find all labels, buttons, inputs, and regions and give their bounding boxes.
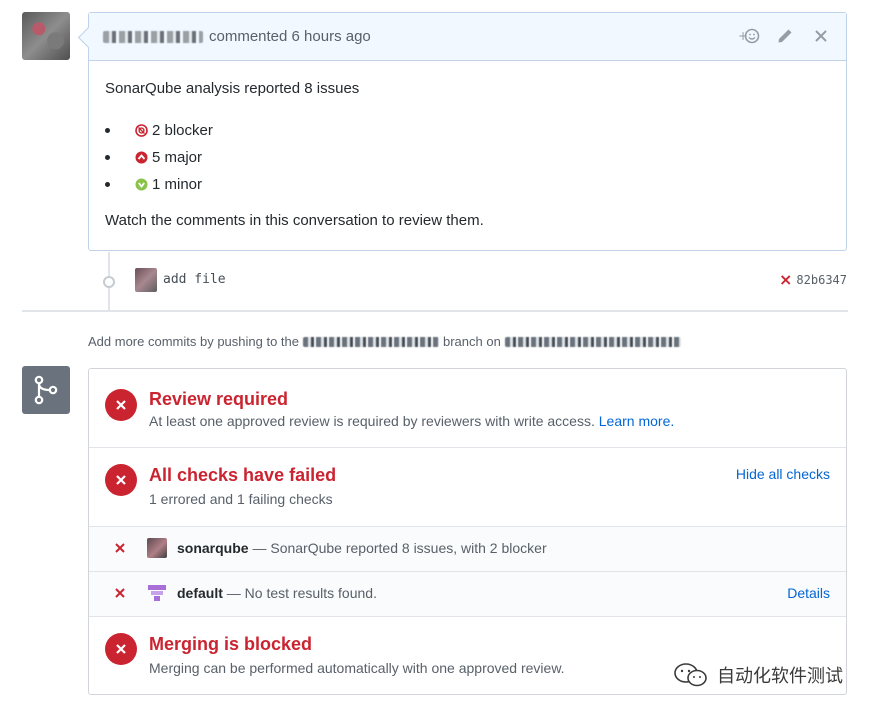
wechat-logo-icon [674, 663, 707, 687]
check-row: sonarqube — SonarQube reported 8 issues,… [89, 527, 846, 572]
default-check-avatar [147, 583, 167, 603]
check-failed-icon [115, 588, 125, 598]
learn-more-link[interactable]: Learn more. [599, 413, 674, 429]
watermark: 自动化软件测试 [673, 662, 843, 688]
branch-name[interactable] [303, 336, 439, 347]
list-item: 5 major [105, 144, 830, 171]
comment-author-avatar[interactable] [22, 12, 70, 60]
sonarqube-avatar [147, 538, 167, 558]
commit-icon [103, 276, 115, 288]
timeline-divider [22, 310, 848, 312]
comment-author-name[interactable] [103, 30, 203, 43]
check-row: default — No test results found. Details [89, 572, 846, 617]
check-description: sonarqube — SonarQube reported 8 issues,… [177, 540, 547, 556]
review-required-section: Review required At least one approved re… [89, 369, 846, 448]
edit-pencil-icon[interactable] [774, 25, 796, 47]
major-icon [135, 151, 148, 164]
merge-status-panel: Review required At least one approved re… [88, 368, 847, 695]
close-icon[interactable] [810, 25, 832, 47]
commit-sha-link[interactable]: × 82b6347 [779, 272, 847, 288]
add-reaction-icon[interactable]: + [738, 25, 760, 47]
git-merge-icon [22, 366, 70, 414]
push-hint-middle: branch on [443, 334, 501, 349]
svg-text:+: + [738, 29, 748, 43]
details-link[interactable]: Details [787, 585, 830, 601]
minor-icon [135, 178, 148, 191]
list-item: 1 minor [105, 171, 830, 198]
review-required-text: At least one approved review is required… [149, 413, 595, 429]
list-item: 2 blocker [105, 117, 830, 144]
check-description: default — No test results found. [177, 585, 377, 601]
review-required-title: Review required [149, 389, 289, 409]
check-name: sonarqube [177, 540, 249, 556]
comment-timestamp[interactable]: commented 6 hours ago [209, 28, 371, 45]
commit-sha[interactable]: 82b6347 [796, 273, 847, 287]
merge-blocked-title: Merging is blocked [149, 634, 313, 654]
checks-failed-title: All checks have failed [149, 465, 337, 485]
comment-card: commented 6 hours ago + SonarQube analys… [88, 12, 847, 251]
comment-actions: + [738, 25, 832, 47]
check-failed-icon [115, 543, 125, 553]
checks-section: All checks have failed 1 errored and 1 f… [89, 448, 846, 527]
error-x-icon [105, 389, 137, 421]
merge-blocked-desc: Merging can be performed automatically w… [149, 660, 565, 676]
blocker-icon [135, 124, 148, 137]
push-hint-prefix: Add more commits by pushing to the [88, 334, 299, 349]
push-hint: Add more commits by pushing to the branc… [88, 334, 685, 349]
failed-status-icon[interactable]: × [779, 272, 792, 288]
check-name: default [177, 585, 223, 601]
check-detail-text: — SonarQube reported 8 issues, with 2 bl… [248, 540, 547, 556]
issue-label: 2 blocker [152, 122, 213, 139]
issue-label: 5 major [152, 149, 203, 166]
watermark-text: 自动化软件测试 [717, 666, 843, 687]
check-detail-text: — No test results found. [222, 585, 377, 601]
comment-footer: Watch the comments in this conversation … [105, 212, 484, 229]
error-x-icon [105, 633, 137, 665]
comment-header: commented 6 hours ago + [89, 13, 846, 61]
repository-name[interactable] [504, 336, 681, 347]
hide-all-checks-link[interactable]: Hide all checks [736, 466, 830, 482]
issue-list: 2 blocker 5 major 1 minor [105, 117, 830, 198]
comment-title: SonarQube analysis reported 8 issues [105, 80, 360, 97]
commit-author-avatar[interactable] [135, 268, 157, 292]
commit-message[interactable]: add file [163, 272, 226, 287]
review-required-desc: At least one approved review is required… [149, 413, 674, 429]
error-x-icon [105, 464, 137, 496]
issue-label: 1 minor [152, 176, 203, 193]
checks-failed-desc: 1 errored and 1 failing checks [149, 491, 333, 507]
comment-body: SonarQube analysis reported 8 issues 2 b… [105, 79, 830, 231]
